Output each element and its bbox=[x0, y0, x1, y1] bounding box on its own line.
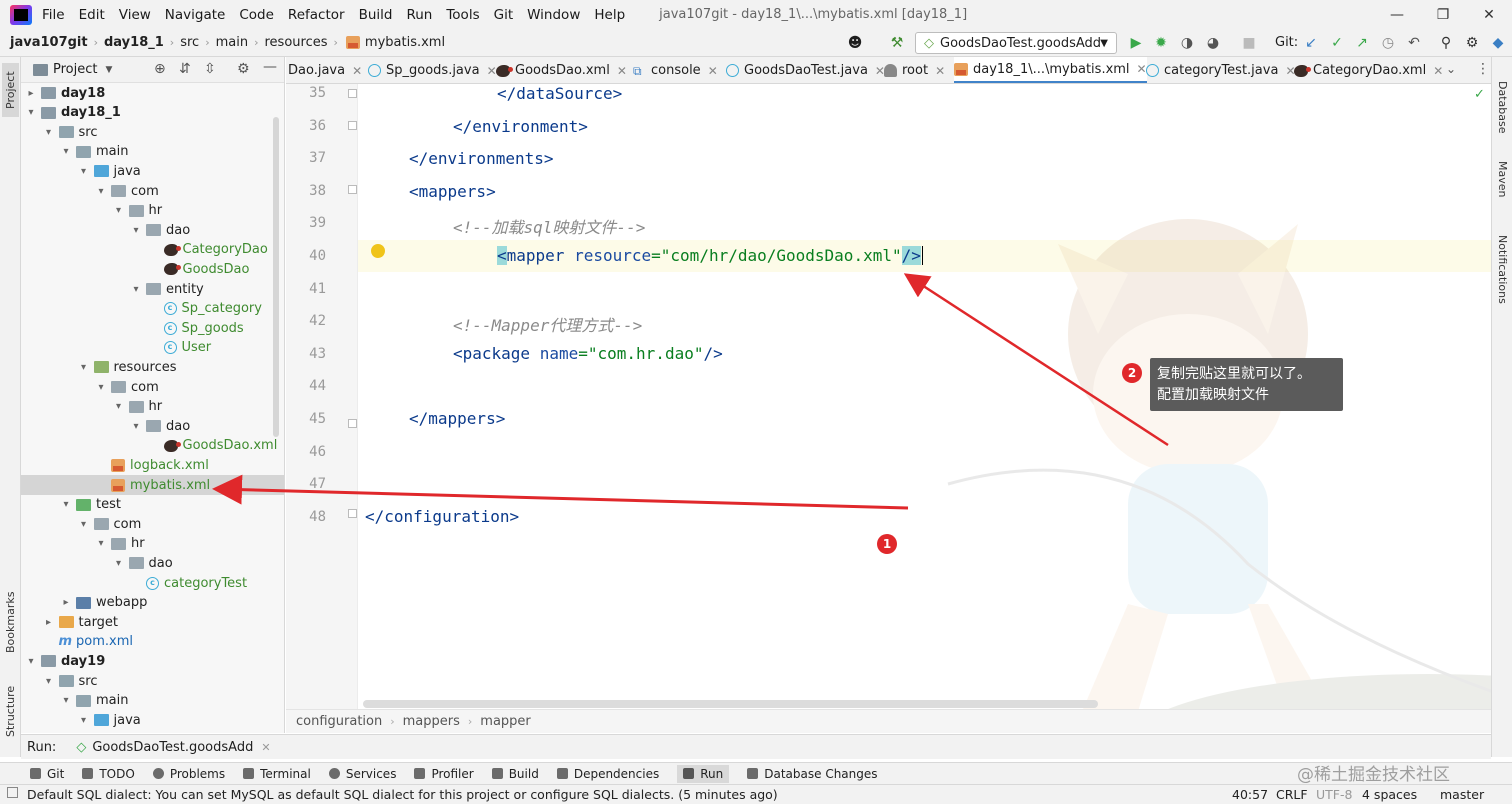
status-bar: Default SQL dialect: You can set MySQL a… bbox=[0, 784, 1512, 804]
editor-breadcrumbs: configuration › mappers › mapper bbox=[286, 709, 1491, 733]
maven-stripe-label[interactable]: Maven bbox=[1496, 161, 1509, 197]
git-icon bbox=[30, 768, 41, 779]
tool-tab-label: Run bbox=[700, 766, 724, 781]
tool-tab-label: Terminal bbox=[260, 766, 311, 781]
right-tool-stripe: Database Maven Notifications ✓ bbox=[1474, 57, 1512, 757]
tool-tab-database-changes[interactable]: Database Changes bbox=[747, 766, 878, 781]
annotation-callout: 复制完贴这里就可以了。 配置加载映射文件 bbox=[1150, 358, 1343, 411]
callout-line-1: 复制完贴这里就可以了。 bbox=[1157, 366, 1311, 382]
watermark-text: @稀土掘金技术社区 bbox=[1297, 765, 1450, 785]
terminal-icon bbox=[243, 768, 255, 779]
problems-icon bbox=[152, 768, 164, 779]
notifications-stripe-label[interactable]: Notifications bbox=[1496, 235, 1509, 304]
tool-tab-dependencies[interactable]: Dependencies bbox=[556, 766, 660, 781]
tool-tab-build[interactable]: Build bbox=[491, 766, 539, 781]
run-config-icon: ◇ bbox=[76, 739, 87, 755]
tool-tab-profiler[interactable]: Profiler bbox=[414, 766, 474, 781]
tool-tab-git[interactable]: Git bbox=[30, 767, 64, 781]
services-icon bbox=[328, 768, 340, 779]
chevron-right-icon: › bbox=[467, 715, 473, 728]
bottom-tool-tabs: Git TODO Problems Terminal Services Prof… bbox=[0, 762, 1512, 784]
close-icon[interactable]: ✕ bbox=[261, 741, 270, 754]
dependencies-icon bbox=[556, 768, 568, 779]
indent-setting[interactable]: 4 spaces bbox=[1362, 787, 1417, 802]
database-icon bbox=[747, 768, 759, 779]
database-stripe-label[interactable]: Database bbox=[1496, 81, 1509, 134]
chevron-right-icon: › bbox=[390, 715, 395, 728]
profiler-icon bbox=[414, 768, 426, 779]
tool-tab-label: Git bbox=[47, 766, 65, 781]
tool-tab-todo[interactable]: TODO bbox=[82, 766, 135, 781]
status-message[interactable]: Default SQL dialect: You can set MySQL a… bbox=[27, 787, 778, 802]
arrow-2-line bbox=[903, 273, 1169, 447]
crumb-mapper[interactable]: mapper bbox=[480, 714, 530, 729]
tool-tab-label: TODO bbox=[99, 766, 135, 781]
git-branch[interactable]: master bbox=[1440, 787, 1484, 802]
toggle-tool-windows-icon[interactable] bbox=[7, 787, 18, 798]
line-separator[interactable]: CRLF bbox=[1276, 787, 1308, 802]
tool-tab-problems[interactable]: Problems bbox=[152, 766, 226, 781]
run-tab-label[interactable]: GoodsDaoTest.goodsAdd bbox=[92, 740, 253, 755]
annotation-badge-1: 1 bbox=[877, 534, 897, 554]
caret-position[interactable]: 40:57 bbox=[1232, 787, 1268, 802]
hammer-icon bbox=[491, 768, 503, 779]
tool-tab-label: Problems bbox=[169, 766, 226, 781]
run-tool-window-bar: Run: ◇ GoodsDaoTest.goodsAdd ✕ bbox=[21, 734, 1491, 759]
inspection-ok-icon[interactable]: ✓ bbox=[1474, 87, 1485, 102]
crumb-mappers[interactable]: mappers bbox=[403, 714, 460, 729]
tool-tab-run[interactable]: Run bbox=[677, 764, 730, 783]
tool-tab-label: Build bbox=[508, 766, 539, 781]
run-label: Run: bbox=[27, 739, 57, 755]
tool-tab-terminal[interactable]: Terminal bbox=[243, 767, 311, 781]
tool-tab-label: Services bbox=[345, 766, 397, 781]
crumb-configuration[interactable]: configuration bbox=[296, 714, 382, 729]
tool-tab-label: Database Changes bbox=[764, 766, 878, 781]
run-icon bbox=[683, 768, 695, 779]
todo-icon bbox=[82, 768, 94, 779]
callout-line-2: 配置加载映射文件 bbox=[1157, 387, 1269, 403]
tool-tab-services[interactable]: Services bbox=[328, 766, 397, 781]
file-encoding[interactable]: UTF-8 bbox=[1316, 787, 1352, 802]
annotation-badge-2: 2 bbox=[1122, 363, 1142, 383]
arrow-1-line bbox=[212, 474, 909, 510]
tool-tab-label: Dependencies bbox=[573, 766, 660, 781]
lightbulb-icon[interactable] bbox=[371, 244, 385, 258]
tool-tab-label: Profiler bbox=[431, 766, 474, 781]
